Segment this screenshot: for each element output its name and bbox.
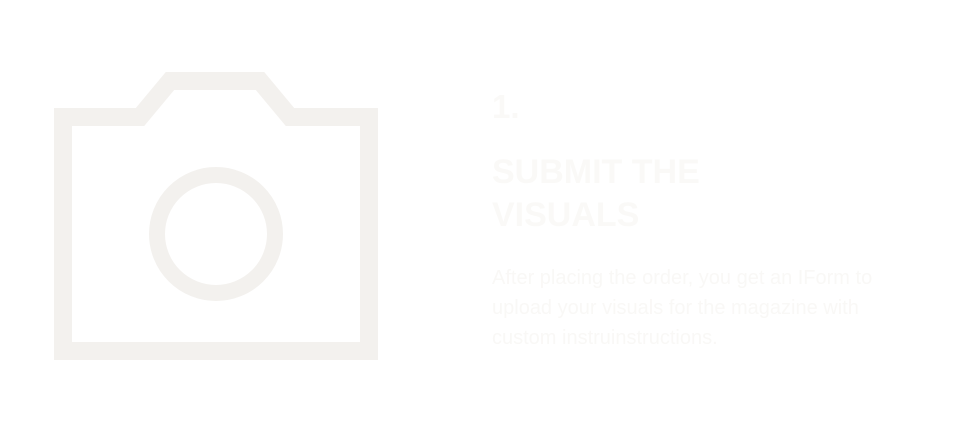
camera-body-outline xyxy=(54,72,378,360)
camera-lens-outline xyxy=(149,167,283,301)
step-title-line: VISUALS xyxy=(492,196,640,234)
step-card: 1. SUBMIT THE VISUALS After placing the … xyxy=(0,0,958,433)
step-title-line: SUBMIT THE xyxy=(492,153,700,191)
step-number: 1. xyxy=(492,88,520,125)
camera-icon xyxy=(54,72,378,360)
step-text-block: 1. SUBMIT THE VISUALS After placing the … xyxy=(492,84,932,353)
step-title: SUBMIT THE VISUALS xyxy=(492,151,932,237)
step-description: After placing the order, you get an IFor… xyxy=(492,267,873,349)
